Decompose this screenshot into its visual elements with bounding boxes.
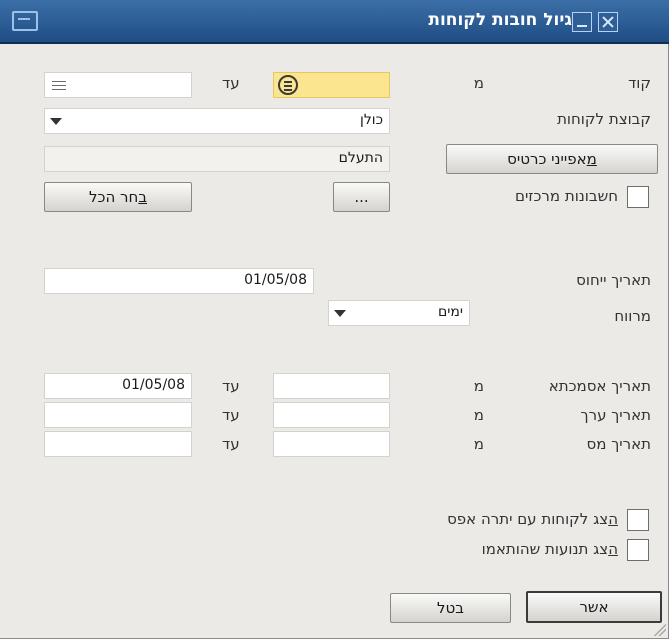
show-zero-balance-text: צג לקוחות עם יתרה אפס <box>447 510 609 528</box>
select-all-button[interactable]: בחר הכל <box>44 182 192 212</box>
select-all-label: חר הכל <box>89 188 139 206</box>
interval-select[interactable]: ימים <box>328 300 470 326</box>
customer-group-label: קבוצת לקוחות <box>557 110 651 128</box>
reference-date-label: תאריך ייחוס <box>576 271 651 289</box>
code-to-label: עד <box>222 74 240 92</box>
posting-date-label: תאריך אסמכתא <box>548 377 651 395</box>
ok-button[interactable]: אשר <box>526 591 662 623</box>
tax-date-to-input[interactable] <box>44 431 192 457</box>
value-date-label: תאריך ערך <box>580 406 651 424</box>
show-zero-balance-mnemonic: ה <box>608 510 618 528</box>
title-bar[interactable]: גיול חובות לקוחות <box>0 0 669 44</box>
card-properties-label: אפייני כרטיס <box>507 150 587 168</box>
minimize-icon[interactable] <box>572 12 592 32</box>
tax-date-from-label: מ <box>473 435 484 453</box>
show-reconciled-label: הצג תנועות שהותאמו <box>482 540 618 558</box>
card-properties-mnemonic: מ <box>586 150 597 168</box>
resize-grip-icon[interactable] <box>652 622 666 636</box>
card-properties-button[interactable]: מאפייני כרטיס <box>446 144 658 174</box>
value-date-from-label: מ <box>473 406 484 424</box>
value-date-to-input[interactable] <box>44 402 192 428</box>
central-accounts-checkbox[interactable] <box>627 186 649 208</box>
show-reconciled-checkbox[interactable] <box>627 539 649 561</box>
tax-date-label: תאריך מס <box>586 435 651 453</box>
show-reconciled-text: צג תנועות שהותאמו <box>481 540 609 558</box>
posting-date-from-label: מ <box>473 377 484 395</box>
app-window-icon[interactable] <box>12 11 38 31</box>
central-accounts-label: חשבונות מרכזים <box>515 187 618 205</box>
code-label: קוד <box>628 74 651 92</box>
properties-value-field: התעלם <box>44 146 390 172</box>
close-icon[interactable] <box>598 12 618 32</box>
show-zero-balance-label: הצג לקוחות עם יתרה אפס <box>447 510 618 528</box>
list-icon[interactable] <box>52 79 66 91</box>
code-to-input[interactable] <box>44 72 192 98</box>
posting-date-from-input[interactable] <box>273 373 390 399</box>
dropdown-arrow-icon[interactable] <box>334 310 346 317</box>
reference-date-input[interactable]: 01/05/08 <box>44 268 314 294</box>
show-reconciled-mnemonic: ה <box>608 540 618 558</box>
tax-date-to-label: עד <box>222 435 240 453</box>
lookup-icon[interactable] <box>278 75 298 95</box>
code-from-label: מ <box>473 74 484 92</box>
ellipsis-button[interactable]: ... <box>333 182 390 212</box>
show-zero-balance-checkbox[interactable] <box>627 509 649 531</box>
value-date-to-label: עד <box>222 406 240 424</box>
interval-label: מרווח <box>614 307 651 325</box>
dropdown-arrow-icon[interactable] <box>50 118 62 125</box>
posting-date-to-input[interactable]: 01/05/08 <box>44 373 192 399</box>
cancel-button[interactable]: בטל <box>390 593 511 623</box>
customer-group-select[interactable]: כולן <box>44 108 390 134</box>
window-title: גיול חובות לקוחות <box>428 10 572 30</box>
value-date-from-input[interactable] <box>273 402 390 428</box>
select-all-mnemonic: ב <box>138 188 147 206</box>
dialog-window: גיול חובות לקוחות קוד מ עד קבוצת לקוחות … <box>0 0 669 639</box>
posting-date-to-label: עד <box>222 377 240 395</box>
tax-date-from-input[interactable] <box>273 431 390 457</box>
